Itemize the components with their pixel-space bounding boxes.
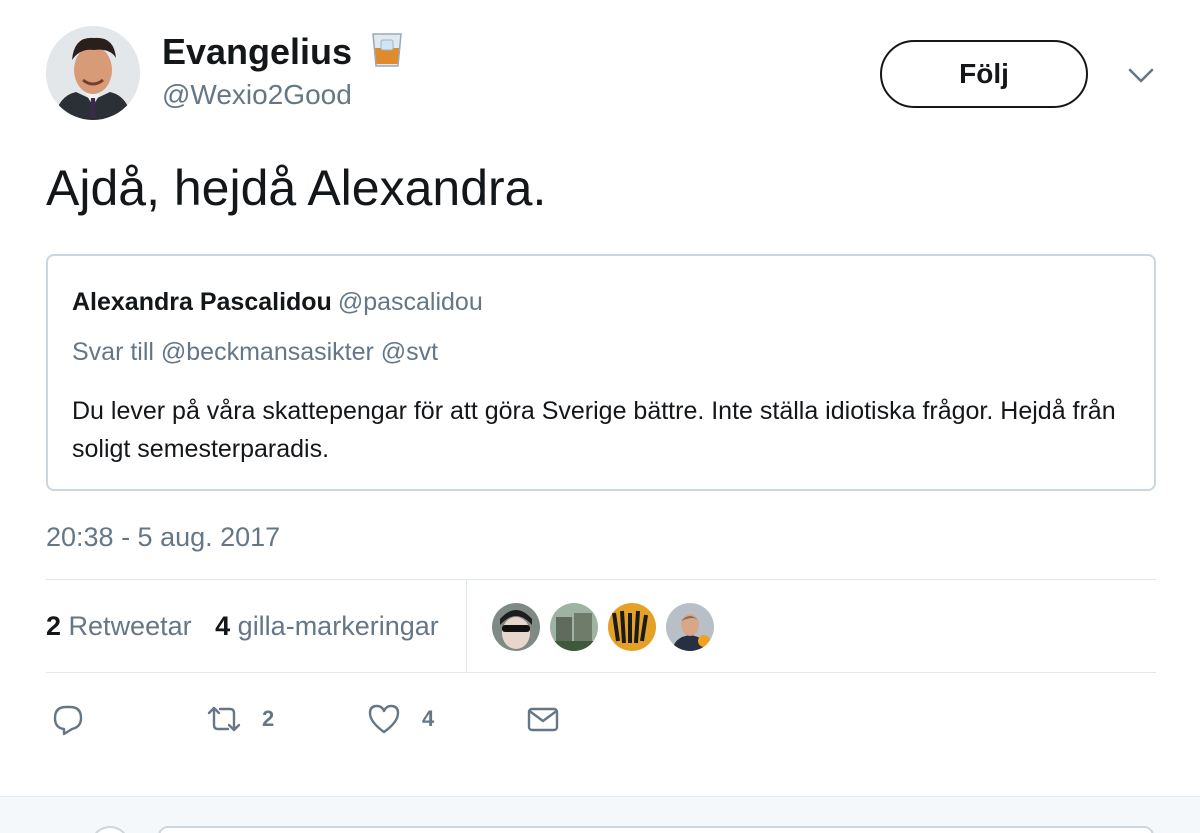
liker-avatars: [492, 603, 724, 651]
retweet-button[interactable]: 2: [206, 696, 274, 742]
follow-button[interactable]: Följ: [880, 40, 1088, 108]
like-count: 4: [422, 706, 435, 731]
quoted-tweet-reply-to: Svar till @beckmansasikter @svt: [72, 338, 439, 366]
tweet-stats: 2 Retweetar 4 gilla-markeringar: [46, 608, 439, 644]
liker-avatar[interactable]: [492, 603, 540, 651]
liker-avatar[interactable]: [608, 603, 656, 651]
divider: [46, 579, 1156, 580]
retweet-count: 2: [262, 706, 275, 731]
tweet-timestamp[interactable]: 20:38 - 5 aug. 2017: [46, 520, 280, 554]
tweet-actions: 2 4: [0, 696, 1200, 742]
chevron-down-icon[interactable]: [1124, 60, 1158, 90]
retweet-icon: [207, 706, 241, 732]
liker-avatar[interactable]: [666, 603, 714, 651]
quoted-tweet-body: Du lever på våra skattepengar för att gö…: [72, 397, 1116, 463]
author-display-name[interactable]: Evangelius: [162, 30, 404, 74]
liker-avatar[interactable]: [550, 603, 598, 651]
reply-input[interactable]: [158, 826, 1154, 833]
divider: [46, 672, 1156, 673]
reply-icon: [53, 705, 83, 736]
whisky-glass-icon: [372, 33, 402, 67]
direct-message-button[interactable]: [525, 696, 561, 742]
tweet-text: Ajdå, hejdå Alexandra.: [46, 160, 547, 216]
author-avatar[interactable]: [46, 26, 140, 120]
quoted-tweet-author: Alexandra Pascalidou @pascalidou: [72, 286, 483, 318]
like-button[interactable]: 4: [366, 696, 434, 742]
quoted-tweet-name: Alexandra Pascalidou: [72, 288, 332, 316]
author-handle[interactable]: @Wexio2Good: [162, 78, 352, 112]
envelope-icon: [527, 707, 559, 732]
quoted-tweet-card[interactable]: Alexandra Pascalidou @pascalidou Svar til…: [46, 254, 1156, 491]
quoted-tweet-handle: @pascalidou: [337, 288, 483, 316]
reply-button[interactable]: [50, 696, 86, 742]
divider: [466, 580, 467, 672]
likes-stat[interactable]: 4 gilla-markeringar: [215, 611, 439, 641]
heart-icon: [368, 704, 400, 734]
retweets-stat[interactable]: 2 Retweetar: [46, 611, 192, 641]
